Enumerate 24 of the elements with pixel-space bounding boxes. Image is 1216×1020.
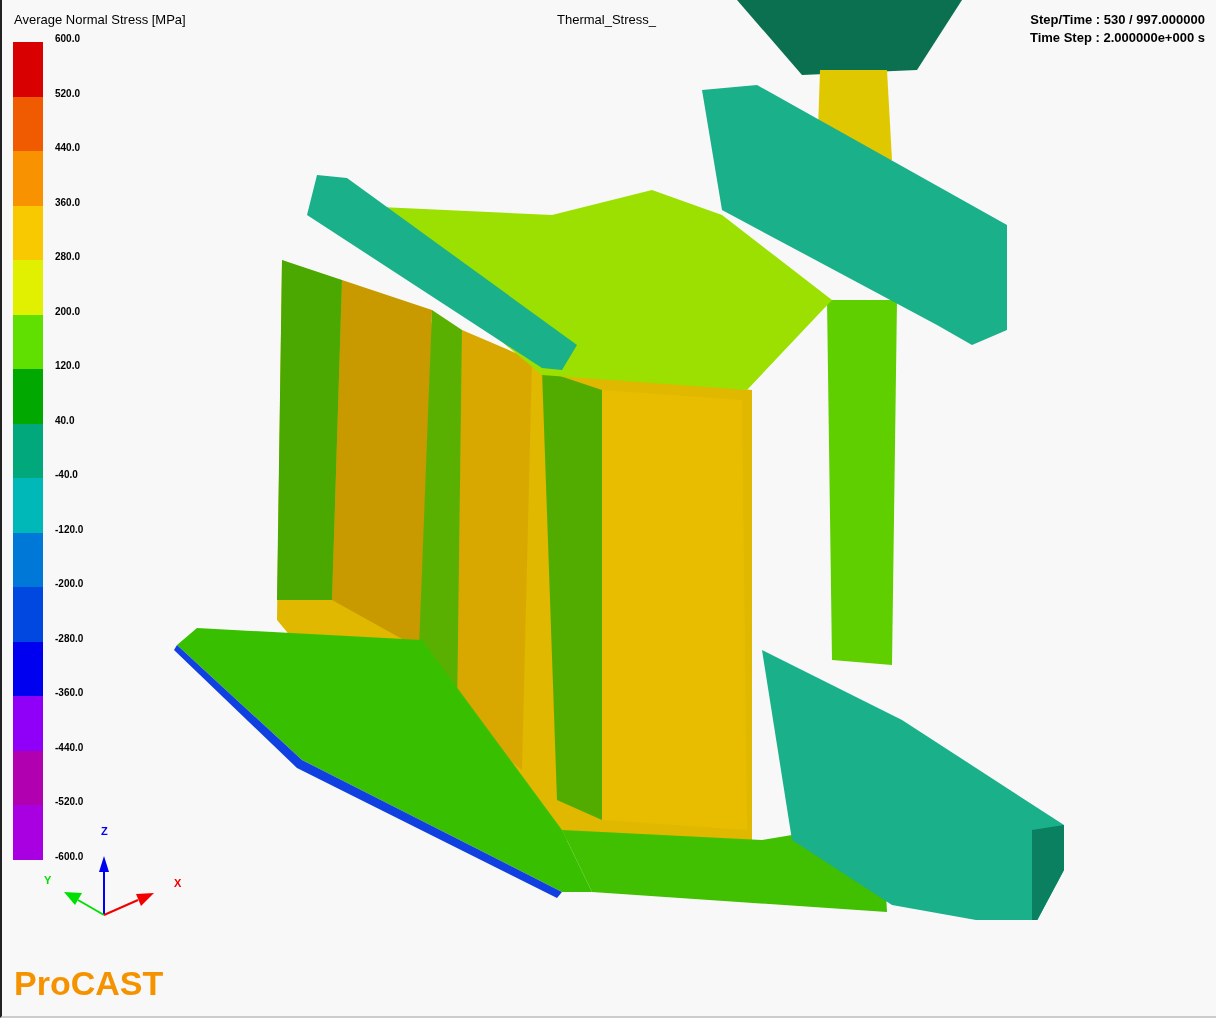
legend-value: 520.0 — [55, 87, 82, 100]
step-time-text: Step/Time : 530 / 997.000000 — [1030, 12, 1205, 27]
axis-label: X — [174, 877, 182, 889]
legend-value: 120.0 — [55, 360, 82, 373]
time-step-text: Time Step : 2.000000e+000 s — [1029, 30, 1205, 45]
simulation-title: Thermal_Stress_ — [557, 12, 656, 27]
legend-value: 360.0 — [55, 196, 82, 209]
axis-label: Z — [101, 825, 108, 837]
legend-value: -120.0 — [55, 523, 84, 536]
legend-value: 200.0 — [55, 305, 82, 318]
legend-value: 40.0 — [55, 414, 76, 427]
legend-value: -440.0 — [55, 741, 84, 754]
legend-value: -200.0 — [55, 578, 84, 591]
legend-value: -40.0 — [55, 469, 79, 482]
legend-value: 600.0 — [55, 33, 82, 45]
legend-value: -280.0 — [55, 632, 84, 645]
app-logo-text: ProCAST — [14, 964, 164, 1003]
legend-value: -360.0 — [55, 687, 84, 700]
legend-title: Average Normal Stress [MPa] — [14, 12, 186, 27]
legend-value: -520.0 — [55, 796, 84, 809]
legend-value: -600.0 — [55, 850, 84, 863]
legend-value: 440.0 — [55, 142, 82, 155]
axis-label: Y — [44, 874, 52, 886]
legend-value: 280.0 — [55, 251, 82, 264]
